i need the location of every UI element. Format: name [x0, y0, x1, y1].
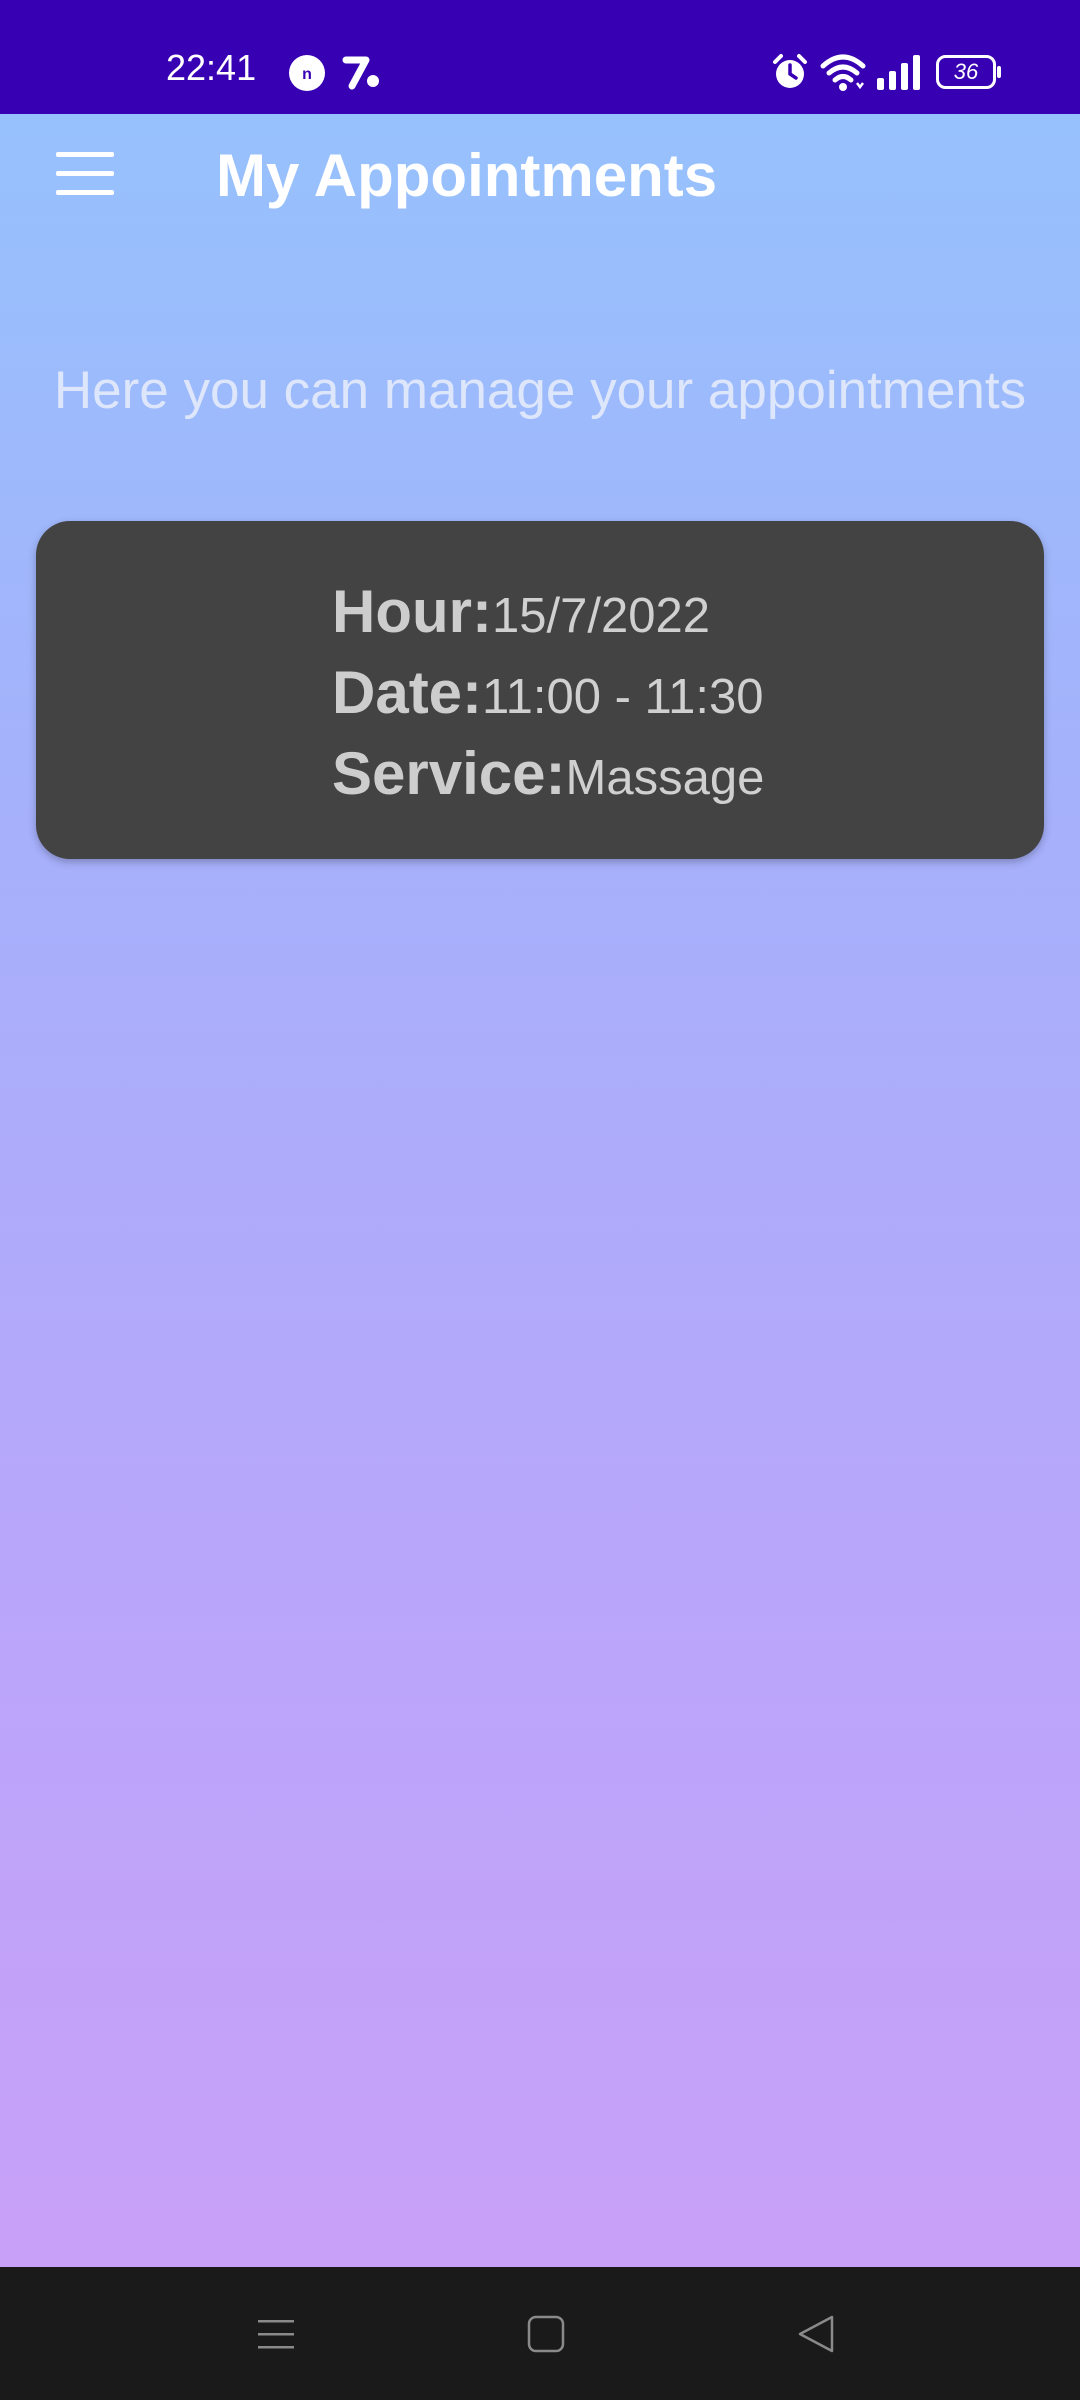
app-notification-icon	[342, 56, 379, 90]
system-navigation-bar	[0, 2267, 1080, 2400]
notification-n-icon: n	[289, 55, 325, 91]
back-triangle-icon	[798, 2315, 834, 2352]
hour-label: Hour:	[332, 578, 492, 645]
battery-level: 36	[953, 59, 979, 84]
wifi-icon	[820, 54, 866, 91]
appointment-date-row: Date:11:00 - 11:30	[332, 652, 764, 733]
appointment-card[interactable]: Hour:15/7/2022 Date:11:00 - 11:30 Servic…	[36, 521, 1044, 859]
svg-text:n: n	[302, 66, 312, 83]
alarm-icon	[773, 54, 807, 88]
hamburger-menu-icon	[56, 152, 114, 195]
back-button[interactable]	[756, 2267, 876, 2400]
appointment-hour-row: Hour:15/7/2022	[332, 571, 764, 652]
home-square-icon	[527, 2315, 565, 2352]
status-time: 22:41	[166, 47, 257, 88]
service-value: Massage	[565, 751, 765, 805]
appointment-details: Hour:15/7/2022 Date:11:00 - 11:30 Servic…	[332, 571, 764, 814]
battery-icon: 36	[936, 55, 1002, 89]
recents-button[interactable]	[216, 2267, 336, 2400]
menu-button[interactable]	[40, 140, 130, 208]
signal-icon	[877, 55, 920, 90]
recents-menu-icon	[258, 2319, 294, 2348]
date-label: Date:	[332, 659, 483, 726]
page-subtitle: Here you can manage your appointments	[53, 361, 1027, 420]
home-button[interactable]	[486, 2267, 606, 2400]
page-title: My Appointments	[216, 142, 718, 209]
date-value: 11:00 - 11:30	[482, 670, 764, 724]
status-bar: 22:41 n 36	[0, 0, 1080, 114]
appointment-service-row: Service:Massage	[332, 733, 764, 814]
service-label: Service:	[332, 740, 566, 807]
hour-value: 15/7/2022	[491, 589, 710, 643]
appointments-screen: 22:41 n 36 My Appointments Here you can …	[0, 0, 1080, 2400]
